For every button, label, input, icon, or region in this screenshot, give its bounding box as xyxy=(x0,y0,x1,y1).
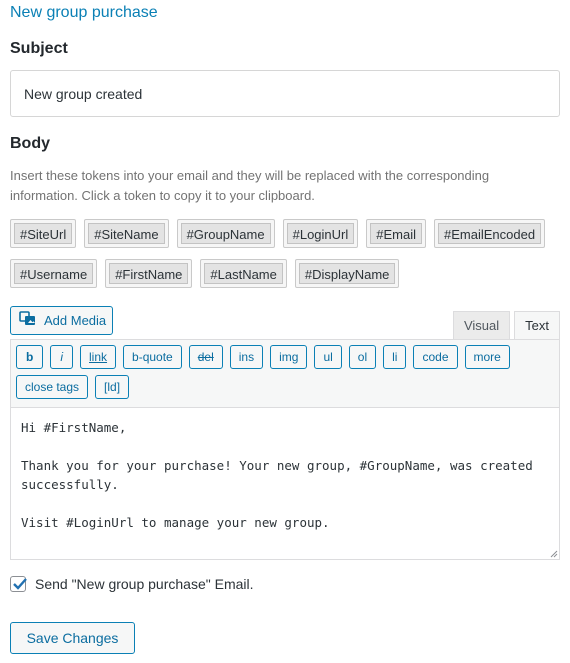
token-list: #SiteUrl #SiteName #GroupName #LoginUrl … xyxy=(10,219,562,299)
tab-visual[interactable]: Visual xyxy=(452,311,511,339)
token-firstname[interactable]: #FirstName xyxy=(105,259,193,288)
resize-handle-icon[interactable] xyxy=(548,548,558,558)
tab-text[interactable]: Text xyxy=(514,311,560,339)
code-button[interactable]: code xyxy=(413,345,458,369)
blockquote-button[interactable]: b-quote xyxy=(123,345,182,369)
media-icon xyxy=(19,311,37,330)
token-email[interactable]: #Email xyxy=(366,219,427,248)
token-label: #SiteUrl xyxy=(14,223,73,244)
send-email-label: Send "New group purchase" Email. xyxy=(35,576,254,592)
token-label: #LoginUrl xyxy=(286,223,355,244)
token-label: #FirstName xyxy=(109,263,189,284)
token-sitename[interactable]: #SiteName xyxy=(84,219,169,248)
token-loginurl[interactable]: #LoginUrl xyxy=(282,219,359,248)
token-username[interactable]: #Username xyxy=(10,259,98,288)
token-label: #LastName xyxy=(204,263,283,284)
link-button[interactable]: link xyxy=(80,345,117,369)
add-media-label: Add Media xyxy=(44,313,107,328)
token-label: #Username xyxy=(14,263,94,284)
token-row: #SiteUrl #SiteName #GroupName #LoginUrl … xyxy=(10,219,562,248)
send-email-checkbox[interactable] xyxy=(10,576,27,592)
checkmark-icon xyxy=(13,578,27,590)
ol-button[interactable]: ol xyxy=(348,345,377,369)
del-button[interactable]: del xyxy=(188,345,223,369)
close-tags-button[interactable]: close tags xyxy=(16,375,89,399)
bold-button[interactable]: b xyxy=(16,345,44,369)
token-emailencoded[interactable]: #EmailEncoded xyxy=(434,219,546,248)
token-label: #Email xyxy=(370,223,423,244)
send-email-option: Send "New group purchase" Email. xyxy=(10,576,254,592)
token-label: #SiteName xyxy=(88,223,165,244)
token-label: #DisplayName xyxy=(298,263,396,284)
subject-input[interactable] xyxy=(10,70,560,117)
token-groupname[interactable]: #GroupName xyxy=(176,219,275,248)
token-label: #GroupName xyxy=(180,223,271,244)
ld-button[interactable]: [ld] xyxy=(95,375,130,399)
email-body-textarea[interactable]: Hi #FirstName, Thank you for your purcha… xyxy=(11,408,559,559)
section-title: New group purchase xyxy=(10,4,158,21)
body-label: Body xyxy=(10,135,50,152)
ul-button[interactable]: ul xyxy=(314,345,342,369)
img-button[interactable]: img xyxy=(270,345,308,369)
ins-button[interactable]: ins xyxy=(229,345,264,369)
token-displayname[interactable]: #DisplayName xyxy=(294,259,400,288)
token-siteurl[interactable]: #SiteUrl xyxy=(10,219,77,248)
italic-button[interactable]: i xyxy=(50,345,74,369)
li-button[interactable]: li xyxy=(383,345,407,369)
editor-tabs: Visual Text xyxy=(452,311,560,339)
more-button[interactable]: more xyxy=(464,345,510,369)
token-label: #EmailEncoded xyxy=(438,223,542,244)
token-row: #Username #FirstName #LastName #DisplayN… xyxy=(10,259,562,288)
subject-label: Subject xyxy=(10,40,68,57)
add-media-button[interactable]: Add Media xyxy=(10,306,113,335)
email-body-editor: b i link b-quote del ins img ul ol li co… xyxy=(10,339,560,560)
save-changes-button[interactable]: Save Changes xyxy=(10,622,135,654)
token-lastname[interactable]: #LastName xyxy=(200,259,287,288)
tokens-help-text: Insert these tokens into your email and … xyxy=(10,168,490,203)
quicktags-toolbar: b i link b-quote del ins img ul ol li co… xyxy=(11,340,559,408)
